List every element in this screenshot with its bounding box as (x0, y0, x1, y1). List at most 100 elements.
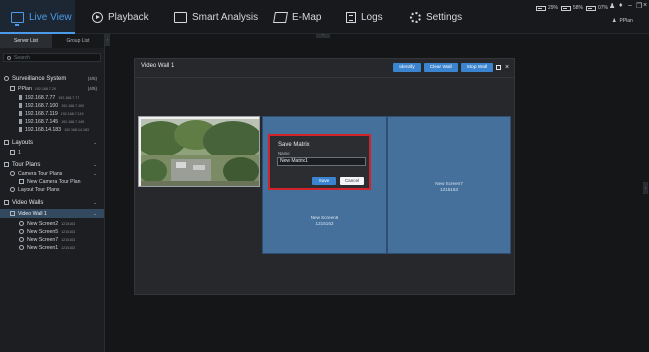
server-icon (10, 86, 15, 91)
memory-value: 58% (573, 5, 584, 11)
nav-logs[interactable]: Logs (346, 0, 383, 34)
layout-icon (10, 150, 15, 155)
modal-title: Save Matrix (278, 142, 310, 148)
camera-icon (19, 119, 22, 124)
camera-tour-label: Camera Tour Plans (18, 170, 63, 177)
tree-layouts[interactable]: Layouts ⌄ (0, 138, 104, 147)
search-placeholder: Search (14, 54, 30, 61)
device-ip: 192.168.7.77 (58, 95, 80, 100)
search-input[interactable]: Search (3, 53, 101, 62)
camera-icon (19, 111, 22, 116)
screen-icon (19, 229, 24, 234)
chevron-down-icon: ⌄ (93, 161, 97, 167)
device-label: 192.168.14.183 (25, 126, 62, 133)
camera-icon (19, 95, 22, 100)
collapse-toolbar-handle[interactable]: ⌃ (316, 34, 330, 38)
layouts-label: Layouts (12, 139, 34, 146)
nav-settings-label: Settings (426, 11, 463, 23)
nav-playback[interactable]: Playback (92, 0, 149, 34)
tree-device[interactable]: 192.168.14.183 192.168.14.183 (0, 125, 104, 134)
nav-smart-analysis[interactable]: Smart Analysis (174, 0, 258, 34)
tab-group-list[interactable]: Group List (52, 34, 104, 48)
tree-tour-plans[interactable]: Tour Plans ⌄ (0, 160, 104, 169)
restore-icon[interactable]: ❐ (636, 2, 642, 10)
camera-icon (19, 127, 22, 132)
chevron-down-icon: ⌄ (93, 210, 97, 216)
layout-item-label: 1 (18, 149, 21, 156)
user-menu[interactable]: ♟ PPlan (612, 18, 633, 24)
map-icon (273, 11, 288, 23)
clear-wall-button[interactable]: Clear Wall (423, 63, 458, 72)
network-icon (586, 5, 596, 11)
tree-surveillance-label: Surveillance System (12, 75, 67, 82)
nav-live-view[interactable]: Live View (0, 0, 75, 34)
layout-tour-label: Layout Tour Plans (18, 186, 60, 193)
device-ip: 192.168.7.100 (61, 103, 85, 108)
cpu-status: 29% (536, 3, 558, 13)
device-label: 192.168.7.145 (25, 118, 59, 125)
tree-screen[interactable]: New Screen1 1215163 (0, 243, 104, 252)
screen-label: New Screen7 (27, 236, 59, 243)
sidebar-collapse-handle[interactable]: ‹ (105, 34, 110, 46)
cancel-button[interactable]: Cancel (340, 177, 364, 185)
tour-item-icon (19, 179, 24, 184)
screen-sub: 1215163 (315, 221, 334, 226)
device-label: 192.168.7.100 (25, 102, 59, 109)
screen-label: New Screen5 (27, 228, 59, 235)
logs-icon (346, 11, 356, 23)
maximize-icon[interactable] (496, 65, 501, 70)
gear-icon (410, 11, 421, 23)
tab-server-list[interactable]: Server List (0, 34, 52, 48)
nav-emap-label: E-Map (292, 11, 322, 23)
play-icon (92, 11, 103, 23)
device-ip: 192.168.14.183 (64, 127, 90, 132)
dialog-title: Video Wall 1 (141, 63, 175, 69)
tour-plans-label: Tour Plans (12, 161, 41, 168)
tree-video-walls[interactable]: Video Walls ⌄ (0, 198, 104, 207)
cpu-icon (536, 5, 546, 11)
user-name: PPlan (619, 18, 633, 24)
save-matrix-modal: Save Matrix Name New Matrix1 Save Cancel (268, 134, 371, 190)
user-icon: ♟ (612, 18, 617, 24)
nav-playback-label: Playback (108, 11, 149, 23)
nav-logs-label: Logs (361, 11, 383, 23)
chevron-down-icon: ⌄ (93, 139, 97, 145)
name-label: Name (278, 151, 290, 156)
matrix-name-input[interactable]: New Matrix1 (277, 157, 366, 166)
close-icon[interactable]: × (643, 2, 647, 9)
tree-layout-item[interactable]: 1 (0, 148, 104, 157)
right-panel-handle[interactable]: ‹ (643, 182, 648, 194)
save-button[interactable]: Save (312, 177, 336, 185)
camera-feed-image (141, 119, 259, 186)
nav-emap[interactable]: E-Map (273, 0, 322, 34)
layouts-icon (4, 140, 9, 145)
sidebar: Server List Group List Search Surveillan… (0, 34, 105, 352)
nav-settings[interactable]: Settings (410, 0, 462, 34)
chevron-down-icon: ⌄ (93, 199, 97, 205)
server-ip: 192.168.7.29 (34, 86, 56, 91)
tour-icon (10, 171, 15, 176)
search-icon (7, 55, 11, 60)
device-ip: 192.168.7.119 (60, 111, 84, 116)
analysis-icon (174, 11, 187, 23)
screen-label: New Screen2 (27, 220, 59, 227)
dialog-divider (135, 77, 514, 78)
close-icon[interactable]: × (504, 64, 510, 71)
device-label: 192.168.7.119 (25, 110, 58, 117)
identify-button[interactable]: Identify (393, 63, 421, 72)
wall-screen[interactable]: New Screen7 1215163 (387, 116, 511, 254)
tree-layout-tour-plans[interactable]: Layout Tour Plans (0, 185, 104, 194)
stop-wall-button[interactable]: Stop Wall (460, 63, 493, 72)
video-wall-selected-label: Video Wall 1 (18, 210, 47, 217)
tree-video-wall-selected[interactable]: Video Wall 1 ⌄ (0, 209, 104, 218)
account-icon[interactable]: ♟ (609, 2, 615, 10)
minimize-icon[interactable]: – (628, 2, 632, 9)
notification-icon[interactable]: ♦ (619, 2, 623, 9)
video-feed-tile[interactable] (138, 116, 260, 187)
server-label: PPlan (18, 85, 32, 92)
tree-surveillance-system[interactable]: Surveillance System (4/5) (0, 74, 104, 83)
video-wall-icon (10, 211, 15, 216)
screen-label: New Screen1 (27, 244, 59, 251)
tree-server[interactable]: PPlan 192.168.7.29 (4/5) (0, 84, 104, 93)
screen-sub: 1215163 (61, 237, 76, 242)
